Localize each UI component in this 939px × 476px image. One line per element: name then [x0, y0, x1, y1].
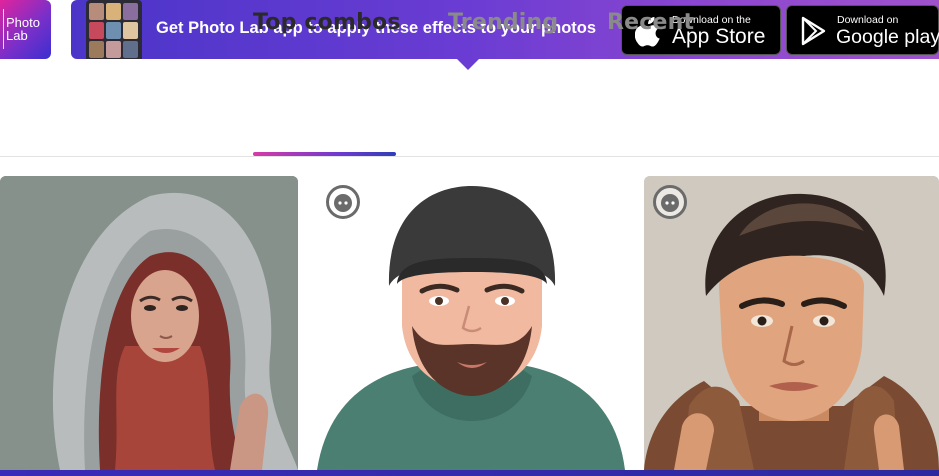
google-play-button[interactable]: Download on Google play	[786, 5, 939, 55]
photo-lab-logo[interactable]: Photo Lab	[0, 0, 51, 59]
tab-trending[interactable]: Trending	[448, 10, 558, 35]
logo-text-line2: Lab	[6, 28, 28, 43]
effect-card-2[interactable]	[317, 176, 625, 470]
bottom-accent-bar	[0, 470, 939, 476]
app-preview-thumbnail	[86, 0, 142, 59]
effect-card-1[interactable]	[0, 176, 298, 470]
card-2-image	[317, 176, 625, 470]
avatar-badge-icon	[326, 185, 360, 219]
google-play-big-label: Google play	[836, 26, 939, 48]
google-play-logo-icon	[801, 16, 826, 46]
effect-card-3[interactable]	[644, 176, 939, 470]
card-1-image	[0, 176, 298, 470]
avatar-badge-icon	[653, 185, 687, 219]
google-play-small-label: Download on	[837, 14, 899, 26]
tabs-divider	[0, 156, 939, 157]
card-3-image	[644, 176, 939, 470]
tab-recent[interactable]: Recent	[607, 10, 694, 35]
tab-top-combos[interactable]: Top combos	[253, 10, 401, 35]
banner-pointer	[457, 59, 479, 70]
